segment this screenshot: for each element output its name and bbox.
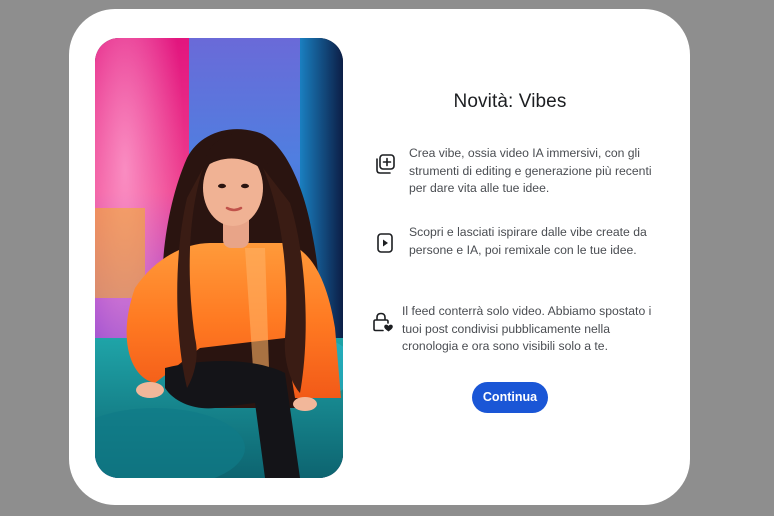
continue-button[interactable]: Continua xyxy=(472,382,548,413)
dialog-title: Novità: Vibes xyxy=(453,91,567,112)
hero-illustration xyxy=(95,38,343,478)
add-media-icon xyxy=(374,153,398,177)
feature-text: Scopri e lasciati ispirare dalle vibe cr… xyxy=(409,225,647,257)
feature-text: Crea vibe, ossia video IA immersivi, con… xyxy=(409,146,652,195)
feature-text: Il feed conterrà solo video. Abbiamo spo… xyxy=(402,304,652,353)
vibes-intro-dialog: Novità: Vibes Crea vibe, ossia video IA … xyxy=(69,9,690,505)
play-icon xyxy=(374,232,398,256)
lock-heart-icon xyxy=(371,311,395,335)
